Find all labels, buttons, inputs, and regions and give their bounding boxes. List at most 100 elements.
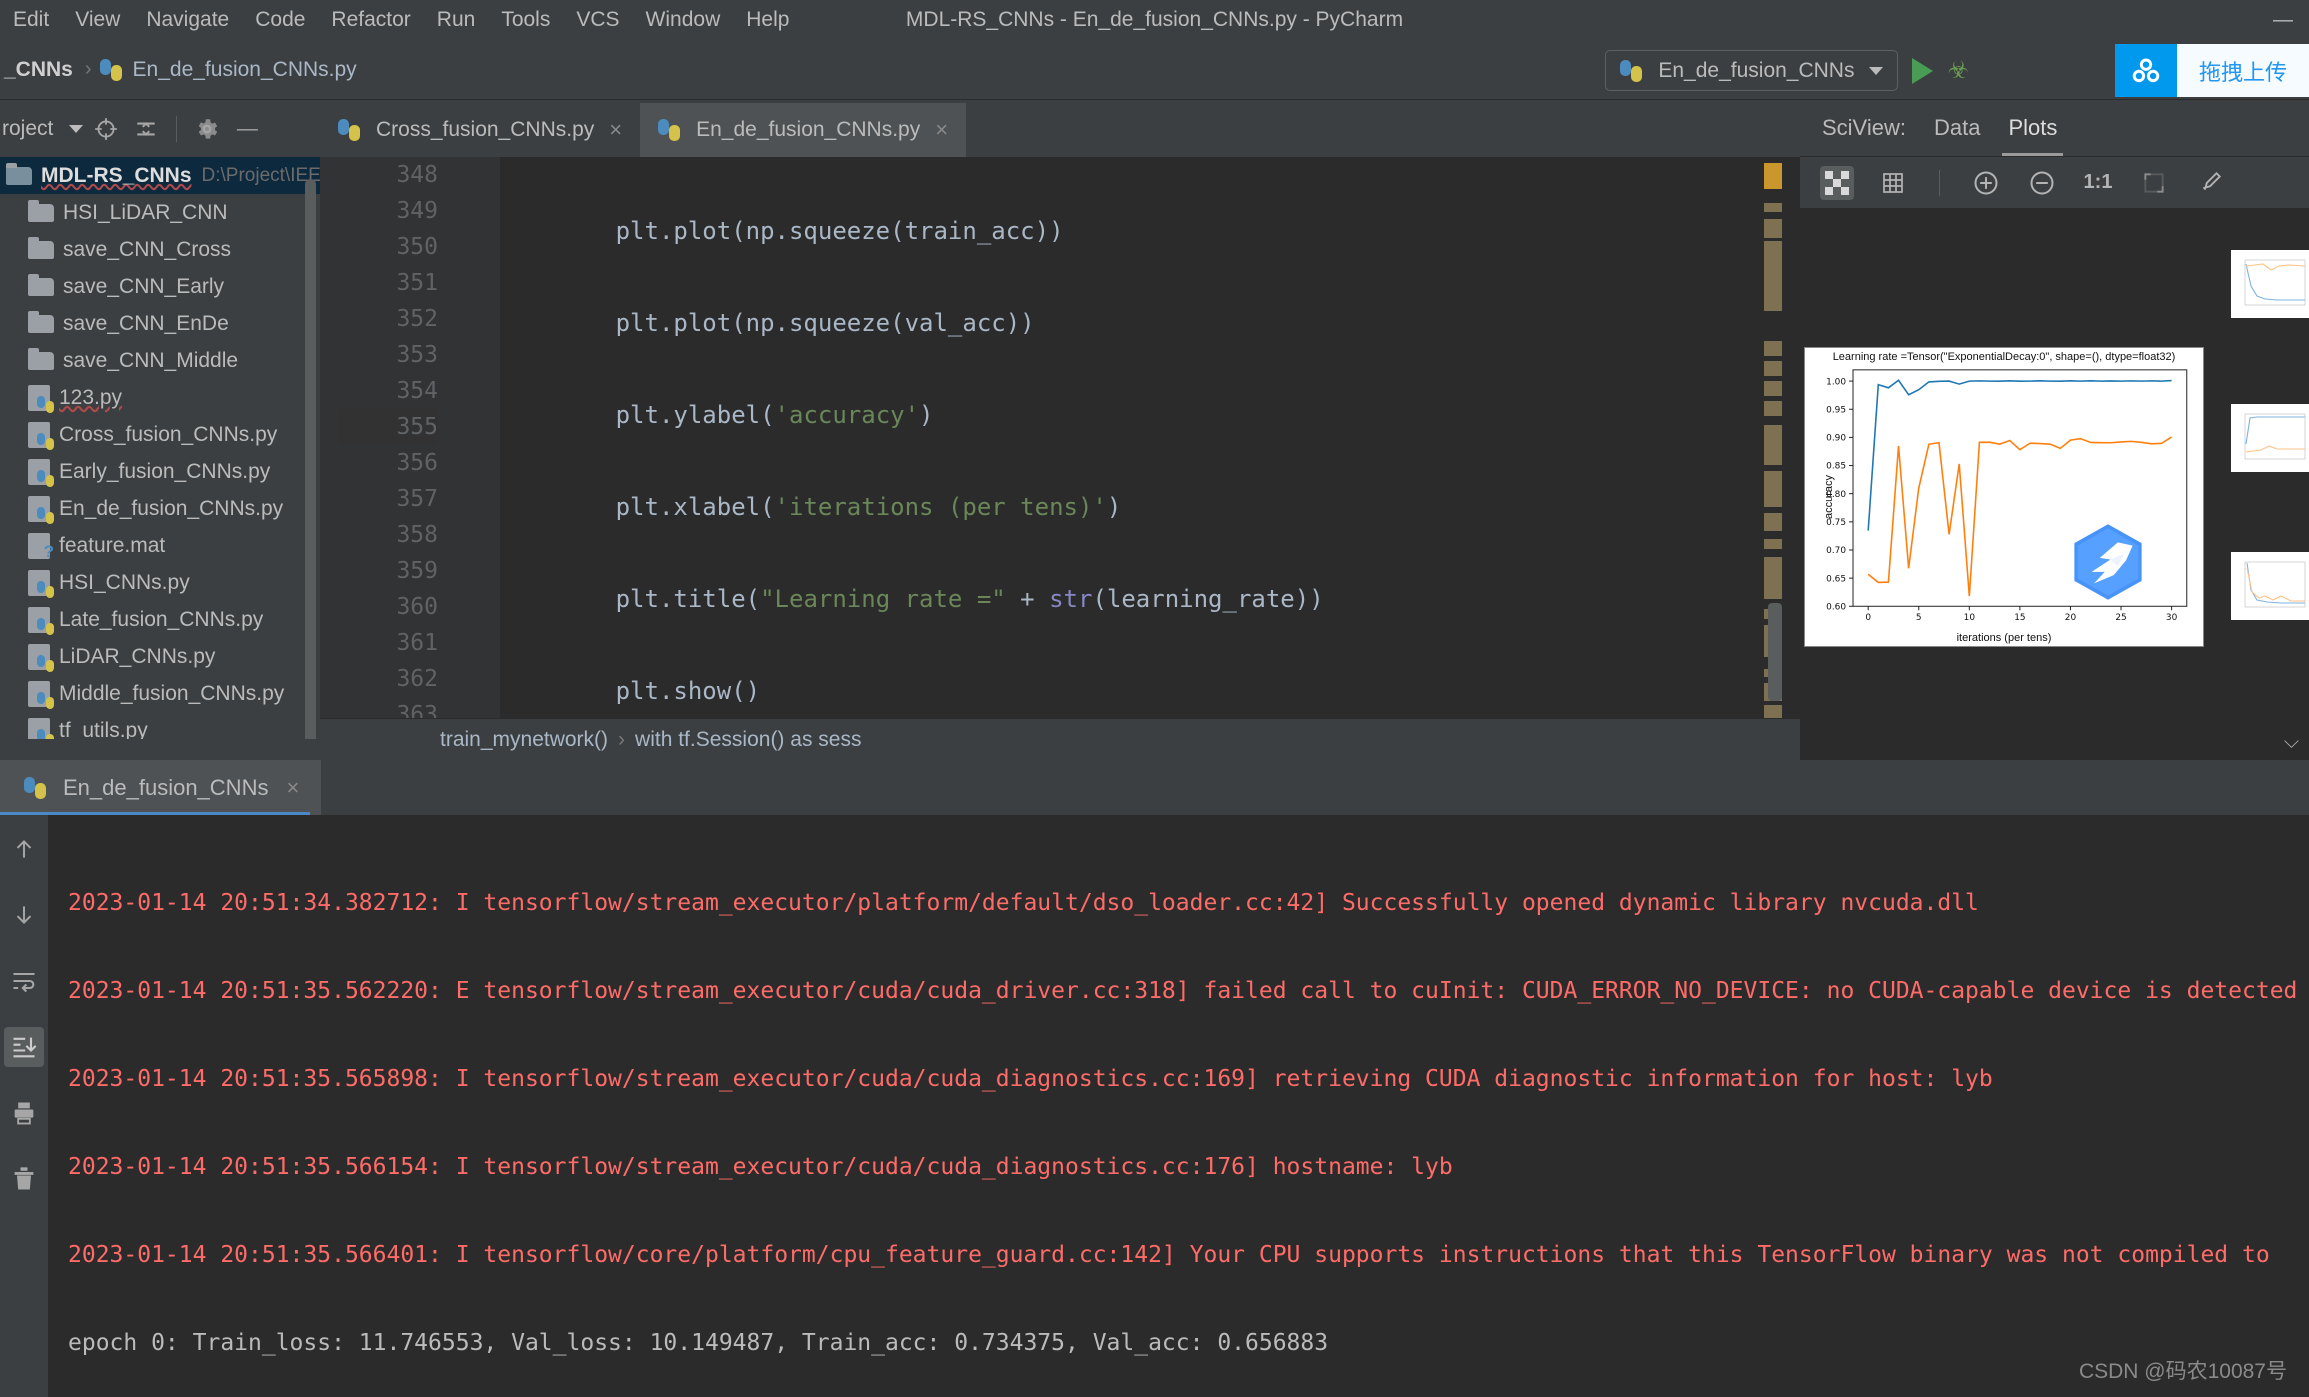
menu-item-edit[interactable]: Edit bbox=[0, 8, 62, 32]
editor-scrollbar[interactable] bbox=[1762, 157, 1784, 718]
plot-thumbnail[interactable] bbox=[2231, 552, 2309, 620]
project-panel-title[interactable]: roject bbox=[2, 117, 57, 141]
svg-text:0.65: 0.65 bbox=[1826, 574, 1846, 584]
gear-icon[interactable] bbox=[190, 112, 224, 146]
menu-item-refactor[interactable]: Refactor bbox=[318, 8, 423, 32]
tree-item-save-cnn-early[interactable]: save_CNN_Early bbox=[0, 268, 320, 305]
breadcrumb-scope[interactable]: with tf.Session() as sess bbox=[635, 728, 861, 752]
tree-item-feature-mat[interactable]: ? feature.mat bbox=[0, 527, 320, 564]
menu-item-window[interactable]: Window bbox=[633, 8, 734, 32]
breadcrumb-function[interactable]: train_mynetwork() bbox=[440, 728, 608, 752]
tree-root-node[interactable]: MDL-RS_CNNs D:\Project\IEEE bbox=[0, 157, 320, 194]
plot-figure[interactable]: Learning rate =Tensor("ExponentialDecay:… bbox=[1804, 347, 2204, 647]
tree-item-hsi-lidar-cnn[interactable]: HSI_LiDAR_CNN bbox=[0, 194, 320, 231]
tree-item-123-py[interactable]: 123.py bbox=[0, 379, 320, 416]
editor-fold-gutter[interactable] bbox=[450, 157, 500, 718]
line-number: 358 bbox=[396, 522, 438, 548]
color-picker-icon[interactable] bbox=[2193, 166, 2227, 200]
tree-item-save-cnn-cross[interactable]: save_CNN_Cross bbox=[0, 231, 320, 268]
python-file-icon bbox=[28, 569, 54, 598]
close-icon[interactable]: × bbox=[935, 117, 948, 143]
tree-item-lidar-cnns-py[interactable]: LiDAR_CNNs.py bbox=[0, 638, 320, 675]
line-number: 352 bbox=[396, 306, 438, 332]
breadcrumb-separator-icon: › bbox=[84, 58, 92, 80]
fit-to-window-icon[interactable] bbox=[2137, 166, 2171, 200]
scroll-to-end-icon[interactable] bbox=[4, 1027, 44, 1067]
svg-text:0.75: 0.75 bbox=[1826, 518, 1846, 528]
transparency-icon[interactable] bbox=[1820, 165, 1854, 200]
actual-size-icon[interactable]: 1:1 bbox=[2081, 166, 2115, 200]
toolbar-divider bbox=[1939, 169, 1940, 196]
tab-plots[interactable]: Plots bbox=[2002, 115, 2064, 157]
run-tab-en-de-fusion[interactable]: En_de_fusion_CNNs × bbox=[0, 760, 322, 815]
breadcrumb-file[interactable]: En_de_fusion_CNNs.py bbox=[129, 58, 361, 82]
svg-text:20: 20 bbox=[2065, 613, 2077, 623]
run-config-selector[interactable]: En_de_fusion_CNNs bbox=[1605, 50, 1899, 91]
menu-item-vcs[interactable]: VCS bbox=[563, 8, 632, 32]
sciview-toolbar: 1:1 bbox=[1800, 156, 2309, 208]
code-text-area[interactable]: plt.plot(np.squeeze(train_acc)) plt.plot… bbox=[500, 157, 1800, 718]
tree-item-tf-utils-py[interactable]: tf_utils.py bbox=[0, 712, 320, 739]
menu-bar: Edit View Navigate Code Refactor Run Too… bbox=[0, 0, 2309, 40]
tree-item-save-cnn-ende[interactable]: save_CNN_EnDe bbox=[0, 305, 320, 342]
minimize-button[interactable]: — bbox=[2257, 0, 2309, 40]
menu-item-code[interactable]: Code bbox=[242, 8, 318, 32]
run-button[interactable] bbox=[1912, 57, 1934, 84]
code-editor[interactable]: 348 349 350 351 352 353 354 355 356 357 … bbox=[320, 157, 1800, 718]
tree-item-save-cnn-middle[interactable]: save_CNN_Middle bbox=[0, 342, 320, 379]
hide-panel-icon[interactable]: — bbox=[230, 112, 264, 146]
tab-data[interactable]: Data bbox=[1934, 115, 1980, 141]
toolbar-divider bbox=[176, 116, 178, 142]
tree-item-cross-fusion-cnns-py[interactable]: Cross_fusion_CNNs.py bbox=[0, 416, 320, 453]
console-line: epoch 0: Train_loss: 11.746553, Val_loss… bbox=[68, 1330, 1329, 1356]
editor-tab-en-de-fusion[interactable]: En_de_fusion_CNNs.py × bbox=[640, 103, 967, 157]
menu-item-view[interactable]: View bbox=[62, 8, 133, 32]
tree-item-hsi-cnns-py[interactable]: HSI_CNNs.py bbox=[0, 564, 320, 601]
plot-thumbnail[interactable] bbox=[2231, 250, 2309, 318]
editor-tab-cross-fusion[interactable]: Cross_fusion_CNNs.py × bbox=[320, 103, 640, 157]
sciview-canvas[interactable]: Learning rate =Tensor("ExponentialDecay:… bbox=[1800, 208, 2309, 760]
python-file-icon bbox=[28, 421, 54, 450]
code-line: plt.title("Learning rate =" + str(learni… bbox=[500, 585, 1324, 613]
line-number: 351 bbox=[396, 270, 438, 296]
chevron-down-icon[interactable]: ⌵ bbox=[2284, 731, 2299, 754]
menu-item-help[interactable]: Help bbox=[733, 8, 802, 32]
menu-item-navigate[interactable]: Navigate bbox=[133, 8, 242, 32]
zoom-in-icon[interactable] bbox=[1969, 166, 2003, 200]
menu-item-tools[interactable]: Tools bbox=[488, 8, 563, 32]
close-icon[interactable]: × bbox=[609, 117, 622, 143]
debug-button[interactable]: ☣ bbox=[1947, 56, 1969, 85]
tree-item-label: 123.py bbox=[59, 385, 123, 409]
tree-item-label: save_CNN_EnDe bbox=[63, 311, 229, 335]
project-tree-scrollbar[interactable] bbox=[305, 179, 316, 739]
trash-icon[interactable] bbox=[4, 1159, 44, 1199]
plot-thumbnail-list[interactable] bbox=[2231, 208, 2309, 760]
grid-icon[interactable] bbox=[1876, 166, 1910, 200]
chevron-down-icon[interactable] bbox=[69, 125, 84, 133]
collapse-all-icon[interactable] bbox=[129, 112, 163, 146]
print-icon[interactable] bbox=[4, 1093, 44, 1133]
zoom-out-icon[interactable] bbox=[2025, 166, 2059, 200]
tree-item-label: save_CNN_Early bbox=[63, 274, 225, 298]
scroll-down-icon[interactable] bbox=[4, 895, 44, 935]
tree-item-middle-fusion-cnns-py[interactable]: Middle_fusion_CNNs.py bbox=[0, 675, 320, 712]
close-icon[interactable]: × bbox=[286, 775, 299, 801]
menu-item-run[interactable]: Run bbox=[424, 8, 489, 32]
svg-text:0.85: 0.85 bbox=[1826, 462, 1846, 472]
scroll-up-icon[interactable] bbox=[4, 829, 44, 869]
upload-widget[interactable]: 拖拽上传 bbox=[2114, 44, 2309, 97]
editor-tab-label: Cross_fusion_CNNs.py bbox=[376, 118, 595, 141]
breadcrumb-separator-icon: › bbox=[618, 727, 626, 751]
soft-wrap-icon[interactable] bbox=[4, 961, 44, 1001]
editor-left-gutter bbox=[320, 157, 338, 718]
project-tree[interactable]: MDL-RS_CNNs D:\Project\IEEE HSI_LiDAR_CN… bbox=[0, 157, 320, 739]
tree-item-label: save_CNN_Middle bbox=[63, 348, 239, 372]
tree-item-late-fusion-cnns-py[interactable]: Late_fusion_CNNs.py bbox=[0, 601, 320, 638]
target-icon[interactable] bbox=[89, 112, 123, 146]
plot-thumbnail[interactable] bbox=[2231, 404, 2309, 472]
cloud-upload-icon bbox=[2114, 44, 2177, 97]
breadcrumb-project[interactable]: _CNNs bbox=[0, 58, 77, 82]
run-console-output[interactable]: 2023-01-14 20:51:34.382712: I tensorflow… bbox=[48, 815, 2309, 1397]
tree-item-early-fusion-cnns-py[interactable]: Early_fusion_CNNs.py bbox=[0, 453, 320, 490]
tree-item-en-de-fusion-cnns-py[interactable]: En_de_fusion_CNNs.py bbox=[0, 490, 320, 527]
